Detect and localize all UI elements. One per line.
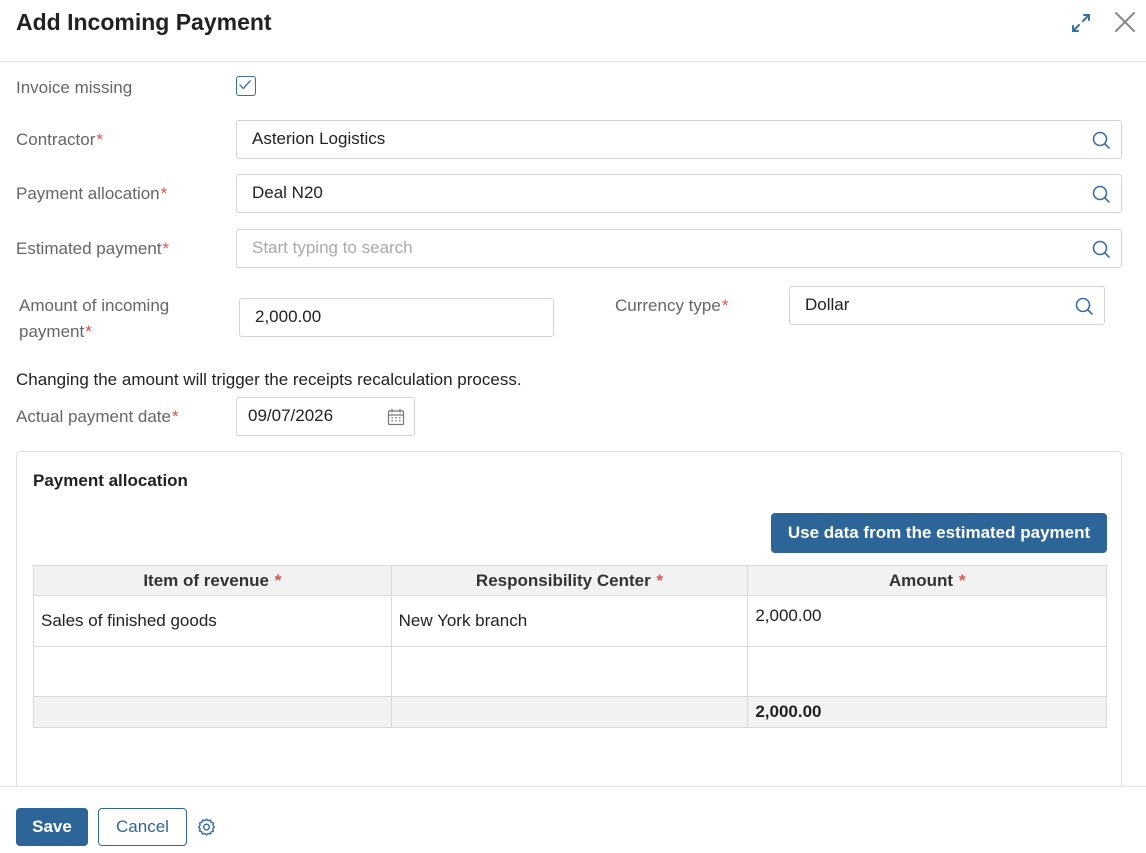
gear-icon[interactable] bbox=[196, 817, 217, 838]
cancel-button[interactable]: Cancel bbox=[98, 808, 187, 846]
column-header-item-text: Item of revenue bbox=[143, 570, 269, 590]
search-icon[interactable] bbox=[1091, 184, 1111, 204]
estimated-payment-placeholder: Start typing to search bbox=[252, 238, 413, 257]
allocation-table: Item of revenue * Responsibility Center … bbox=[33, 565, 1107, 728]
currency-label: Currency type* bbox=[615, 293, 728, 319]
search-icon[interactable] bbox=[1091, 130, 1111, 150]
cell-amount[interactable] bbox=[747, 646, 1107, 697]
payment-allocation-panel: Payment allocation Use data from the est… bbox=[16, 451, 1122, 791]
dialog-header: Add Incoming Payment bbox=[0, 0, 1146, 62]
amount-value: 2,000.00 bbox=[255, 307, 322, 326]
expand-icon[interactable] bbox=[1068, 10, 1094, 36]
invoice-missing-label: Invoice missing bbox=[16, 78, 133, 97]
calendar-icon[interactable] bbox=[387, 408, 405, 426]
cell-center[interactable] bbox=[390, 646, 749, 697]
table-header-row: Item of revenue * Responsibility Center … bbox=[33, 565, 1107, 596]
contractor-label: Contractor* bbox=[16, 127, 103, 153]
required-mark: * bbox=[958, 570, 966, 590]
amount-label-line1: Amount of incoming bbox=[19, 296, 170, 315]
column-header-amount: Amount * bbox=[747, 565, 1107, 596]
payment-date-label-text: Actual payment date bbox=[16, 407, 171, 426]
recalculation-note: Changing the amount will trigger the rec… bbox=[16, 370, 522, 389]
total-cell-empty bbox=[33, 696, 392, 728]
currency-value: Dollar bbox=[805, 295, 850, 314]
search-icon[interactable] bbox=[1091, 239, 1111, 259]
cell-item[interactable]: Sales of finished goods bbox=[33, 595, 392, 647]
table-row bbox=[33, 646, 1107, 697]
amount-label: Amount of incoming payment* bbox=[19, 293, 169, 345]
search-icon[interactable] bbox=[1074, 296, 1094, 316]
close-icon[interactable] bbox=[1113, 10, 1137, 34]
amount-label-line2-text: payment bbox=[19, 322, 85, 341]
required-mark: * bbox=[171, 407, 179, 426]
amount-label-line2: payment* bbox=[19, 319, 169, 345]
required-mark: * bbox=[85, 322, 92, 341]
currency-label-text: Currency type bbox=[615, 296, 721, 315]
required-mark: * bbox=[162, 239, 170, 258]
contractor-label-text: Contractor bbox=[16, 130, 96, 149]
payment-allocation-value: Deal N20 bbox=[252, 183, 323, 202]
cell-amount[interactable]: 2,000.00 bbox=[747, 595, 1107, 647]
contractor-value: Asterion Logistics bbox=[252, 129, 386, 148]
column-header-item: Item of revenue * bbox=[33, 565, 392, 596]
estimated-payment-label: Estimated payment* bbox=[16, 236, 169, 262]
payment-allocation-field[interactable]: Deal N20 bbox=[236, 174, 1122, 213]
required-mark: * bbox=[656, 570, 664, 590]
invoice-missing-checkbox[interactable] bbox=[236, 76, 256, 96]
estimated-payment-field[interactable]: Start typing to search bbox=[236, 229, 1122, 268]
dialog-title: Add Incoming Payment bbox=[16, 9, 272, 35]
currency-field[interactable]: Dollar bbox=[789, 286, 1105, 325]
checkmark-icon bbox=[239, 80, 251, 90]
contractor-field[interactable]: Asterion Logistics bbox=[236, 120, 1122, 159]
payment-date-value: 09/07/2026 bbox=[248, 406, 334, 425]
save-button[interactable]: Save bbox=[16, 808, 88, 846]
use-estimated-data-button[interactable]: Use data from the estimated payment bbox=[771, 513, 1107, 553]
column-header-amount-text: Amount bbox=[888, 570, 954, 590]
required-mark: * bbox=[160, 184, 168, 203]
payment-allocation-label: Payment allocation* bbox=[16, 181, 167, 207]
required-mark: * bbox=[274, 570, 282, 590]
total-amount: 2,000.00 bbox=[747, 696, 1107, 728]
panel-title: Payment allocation bbox=[33, 471, 188, 490]
payment-date-label: Actual payment date* bbox=[16, 404, 179, 430]
dialog-footer: Save Cancel bbox=[0, 786, 1146, 853]
table-row: Sales of finished goods New York branch … bbox=[33, 595, 1107, 647]
cell-item[interactable] bbox=[33, 646, 392, 697]
required-mark: * bbox=[721, 296, 729, 315]
column-header-center: Responsibility Center * bbox=[390, 565, 749, 596]
total-cell-empty bbox=[390, 696, 749, 728]
column-header-center-text: Responsibility Center bbox=[475, 570, 651, 590]
required-mark: * bbox=[96, 130, 103, 149]
table-total-row: 2,000.00 bbox=[33, 696, 1107, 728]
payment-allocation-label-text: Payment allocation bbox=[16, 184, 160, 203]
cell-center[interactable]: New York branch bbox=[390, 595, 749, 647]
estimated-payment-label-text: Estimated payment bbox=[16, 239, 162, 258]
payment-date-input[interactable]: 09/07/2026 bbox=[236, 397, 415, 436]
amount-input[interactable]: 2,000.00 bbox=[239, 298, 554, 337]
